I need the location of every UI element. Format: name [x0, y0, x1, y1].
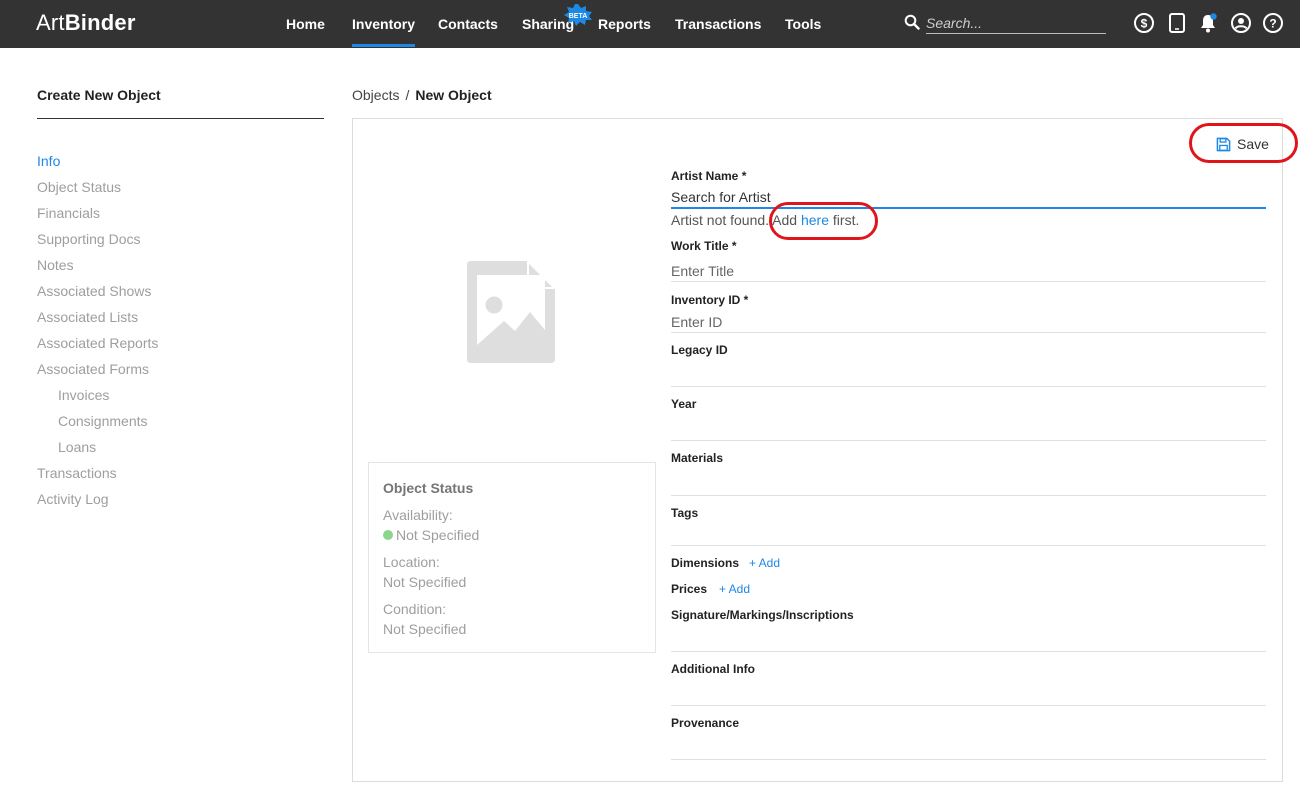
logo-text-binder: Binder — [64, 10, 136, 35]
legacy-id-label: Legacy ID — [671, 343, 728, 357]
nav-home[interactable]: Home — [286, 16, 325, 32]
tags-label: Tags — [671, 506, 699, 520]
logo-text-art: Art — [36, 10, 65, 35]
sidebar-title: Create New Object — [37, 87, 161, 103]
materials-label: Materials — [671, 451, 724, 465]
sidebar-item-loans[interactable]: Loans — [58, 439, 96, 455]
add-prices-link[interactable]: + Add — [719, 582, 750, 596]
top-navbar: ArtBinder Home Inventory Contacts Sharin… — [0, 0, 1300, 48]
availability-value-text: Not Specified — [396, 527, 480, 543]
sidebar-item-activity-log[interactable]: Activity Log — [37, 491, 109, 507]
condition-label: Condition: — [383, 601, 447, 617]
artist-name-input[interactable] — [671, 187, 1266, 209]
sidebar-divider — [37, 118, 324, 119]
sidebar-item-object-status[interactable]: Object Status — [37, 179, 121, 195]
save-button[interactable]: Save — [1216, 134, 1269, 154]
condition-value: Not Specified — [383, 621, 467, 637]
availability-status-dot — [383, 530, 393, 540]
nav-tools[interactable]: Tools — [785, 16, 821, 32]
sidebar-item-notes[interactable]: Notes — [37, 257, 74, 273]
sidebar-item-info[interactable]: Info — [37, 153, 60, 169]
artbinder-logo[interactable]: ArtBinder — [36, 10, 136, 36]
sidebar-item-associated-reports[interactable]: Associated Reports — [37, 335, 158, 351]
sidebar-item-associated-shows[interactable]: Associated Shows — [37, 283, 151, 299]
artist-name-label: Artist Name * — [671, 169, 747, 183]
breadcrumb: Objects / New Object — [352, 87, 492, 103]
sidebar-item-supporting-docs[interactable]: Supporting Docs — [37, 231, 141, 247]
svg-text:$: $ — [1141, 17, 1148, 31]
user-circle-icon[interactable] — [1230, 12, 1252, 34]
signature-label: Signature/Markings/Inscriptions — [671, 608, 854, 622]
image-placeholder-icon[interactable] — [467, 261, 555, 363]
object-status-title: Object Status — [383, 480, 474, 496]
availability-label: Availability: — [383, 507, 453, 523]
legacy-id-input[interactable] — [671, 365, 1266, 387]
inventory-id-input[interactable] — [671, 311, 1266, 333]
breadcrumb-current: New Object — [415, 87, 492, 103]
tablet-icon[interactable] — [1166, 12, 1188, 34]
breadcrumb-separator: / — [405, 87, 410, 103]
location-value: Not Specified — [383, 574, 467, 590]
sidebar-item-associated-lists[interactable]: Associated Lists — [37, 309, 138, 325]
availability-value: Not Specified — [383, 527, 479, 543]
help-circle-icon[interactable]: ? — [1262, 12, 1284, 34]
nav-contacts[interactable]: Contacts — [438, 16, 498, 32]
beta-badge-icon: BETA — [564, 4, 592, 26]
search-icon[interactable] — [904, 14, 920, 30]
nav-inventory[interactable]: Inventory — [352, 16, 416, 47]
dimensions-label: Dimensions — [671, 556, 740, 570]
sidebar-item-transactions[interactable]: Transactions — [37, 465, 117, 481]
artist-not-found-hint: Artist not found. Add here first. — [671, 212, 859, 228]
additional-info-input[interactable] — [671, 684, 1266, 706]
year-input[interactable] — [671, 419, 1266, 441]
save-button-label: Save — [1237, 136, 1269, 152]
signature-input[interactable] — [671, 630, 1266, 652]
beta-badge-text: BETA — [569, 13, 588, 20]
nav-transactions[interactable]: Transactions — [675, 16, 761, 32]
sidebar-item-associated-forms[interactable]: Associated Forms — [37, 361, 149, 377]
work-title-label: Work Title * — [671, 239, 737, 253]
artist-hint-suffix: first. — [829, 212, 860, 228]
sidebar-item-financials[interactable]: Financials — [37, 205, 100, 221]
breadcrumb-objects[interactable]: Objects — [352, 87, 399, 103]
floppy-disk-icon — [1216, 137, 1231, 151]
tags-input[interactable] — [671, 524, 1266, 546]
prices-label: Prices — [671, 582, 708, 596]
additional-info-label: Additional Info — [671, 662, 755, 676]
provenance-label: Provenance — [671, 716, 740, 730]
sidebar-item-consignments[interactable]: Consignments — [58, 413, 148, 429]
inventory-id-label: Inventory ID * — [671, 293, 749, 307]
year-label: Year — [671, 397, 697, 411]
provenance-input[interactable] — [671, 738, 1266, 760]
bell-icon[interactable] — [1197, 12, 1219, 34]
sidebar-item-invoices[interactable]: Invoices — [58, 387, 109, 403]
svg-text:?: ? — [1269, 17, 1276, 31]
work-title-input[interactable] — [671, 260, 1266, 282]
search-box — [904, 13, 1106, 35]
materials-input[interactable] — [671, 474, 1266, 496]
location-label: Location: — [383, 554, 440, 570]
artist-hint-prefix: Artist not found. Add — [671, 212, 801, 228]
search-input[interactable] — [926, 13, 1106, 34]
add-artist-here-link[interactable]: here — [801, 212, 829, 228]
add-dimensions-link[interactable]: + Add — [749, 556, 780, 570]
dollar-circle-icon[interactable]: $ — [1133, 12, 1155, 34]
nav-reports[interactable]: Reports — [598, 16, 651, 32]
